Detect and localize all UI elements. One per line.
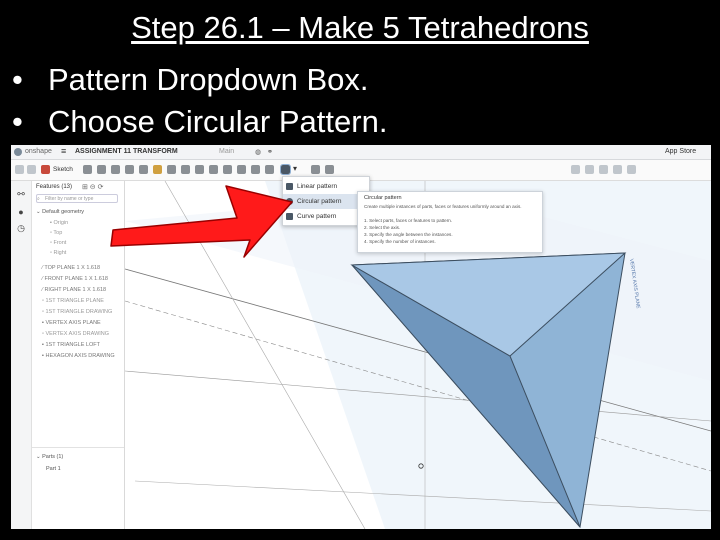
red-pointer-arrow xyxy=(110,185,293,258)
arrow-shape xyxy=(110,185,293,258)
